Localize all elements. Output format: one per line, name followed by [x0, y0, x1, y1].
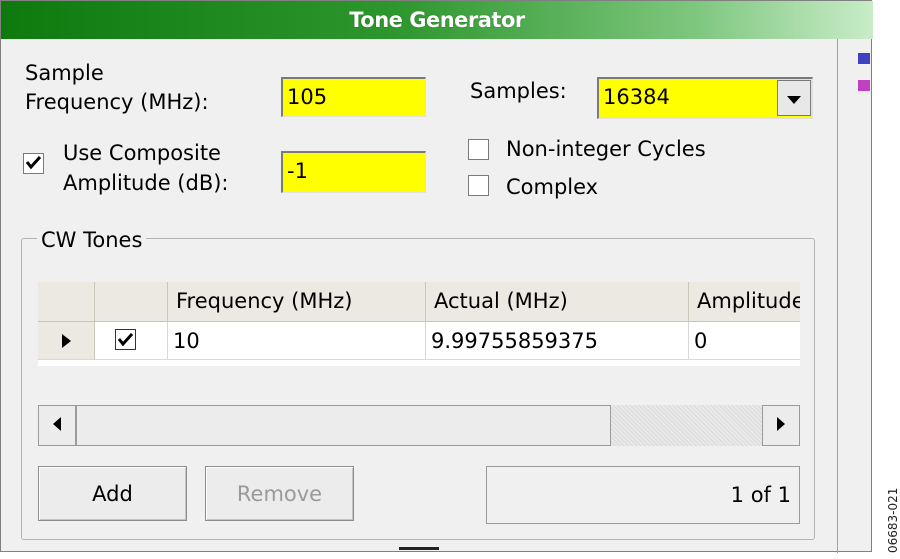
row-amplitude-cell[interactable]: 0 — [689, 322, 800, 360]
amplitude-column-header[interactable]: Amplitude — [689, 282, 800, 322]
add-tone-button[interactable]: Add — [38, 466, 187, 521]
samples-dropdown-button[interactable] — [777, 80, 811, 116]
actual-column-header[interactable]: Actual (MHz) — [426, 282, 689, 322]
panel-title: Tone Generator — [1, 1, 873, 39]
current-row-arrow-icon — [61, 322, 71, 359]
sample-frequency-label-line1: Sample — [25, 61, 104, 85]
complex-label: Complex — [506, 175, 599, 199]
panel-divider — [837, 39, 838, 553]
checkmark-icon — [118, 333, 133, 346]
amplitude-input[interactable]: -1 — [281, 151, 426, 193]
tone-generator-panel: Tone Generator Sample Frequency (MHz): 1… — [0, 0, 873, 553]
sample-frequency-label-line2: Frequency (MHz): — [25, 90, 209, 114]
enabled-column-header[interactable] — [95, 282, 168, 322]
figure-id: 06683-021 — [886, 487, 900, 553]
magenta-legend-marker — [858, 80, 870, 91]
samples-label: Samples: — [470, 79, 567, 103]
cw-tones-grid: Frequency (MHz) Actual (MHz) Amplitude 1… — [38, 282, 800, 366]
tone-count-display: 1 of 1 — [486, 466, 800, 524]
use-composite-label-line1: Use Composite — [63, 141, 221, 165]
scroll-left-button[interactable] — [38, 405, 76, 446]
blue-legend-marker — [858, 53, 870, 64]
row-enabled-checkbox[interactable] — [115, 329, 136, 350]
scroll-thumb[interactable] — [76, 405, 611, 446]
use-composite-checkbox[interactable] — [23, 153, 44, 174]
resize-grip[interactable] — [399, 547, 439, 550]
horizontal-scrollbar[interactable] — [38, 405, 800, 446]
checkmark-icon — [25, 154, 42, 173]
frequency-column-header[interactable]: Frequency (MHz) — [168, 282, 426, 322]
samples-selected-value: 16384 — [603, 85, 670, 109]
sample-frequency-input[interactable]: 105 — [281, 77, 426, 117]
non-integer-cycles-label: Non-integer Cycles — [506, 137, 706, 161]
row-enabled-cell[interactable] — [95, 322, 168, 360]
chevron-right-icon — [777, 416, 785, 435]
chevron-down-icon — [787, 89, 801, 108]
row-selector[interactable] — [38, 322, 95, 360]
remove-tone-button[interactable]: Remove — [205, 466, 354, 521]
scroll-right-button[interactable] — [762, 405, 800, 446]
use-composite-label-line2: Amplitude (dB): — [63, 171, 229, 195]
cw-tones-group-title: CW Tones — [37, 225, 147, 255]
row-actual-cell[interactable]: 9.99755859375 — [426, 322, 689, 360]
row-frequency-cell[interactable]: 10 — [168, 322, 426, 360]
non-integer-cycles-checkbox[interactable] — [468, 139, 489, 160]
complex-checkbox[interactable] — [468, 175, 489, 196]
row-header-corner — [38, 282, 95, 322]
chevron-left-icon — [53, 416, 61, 435]
